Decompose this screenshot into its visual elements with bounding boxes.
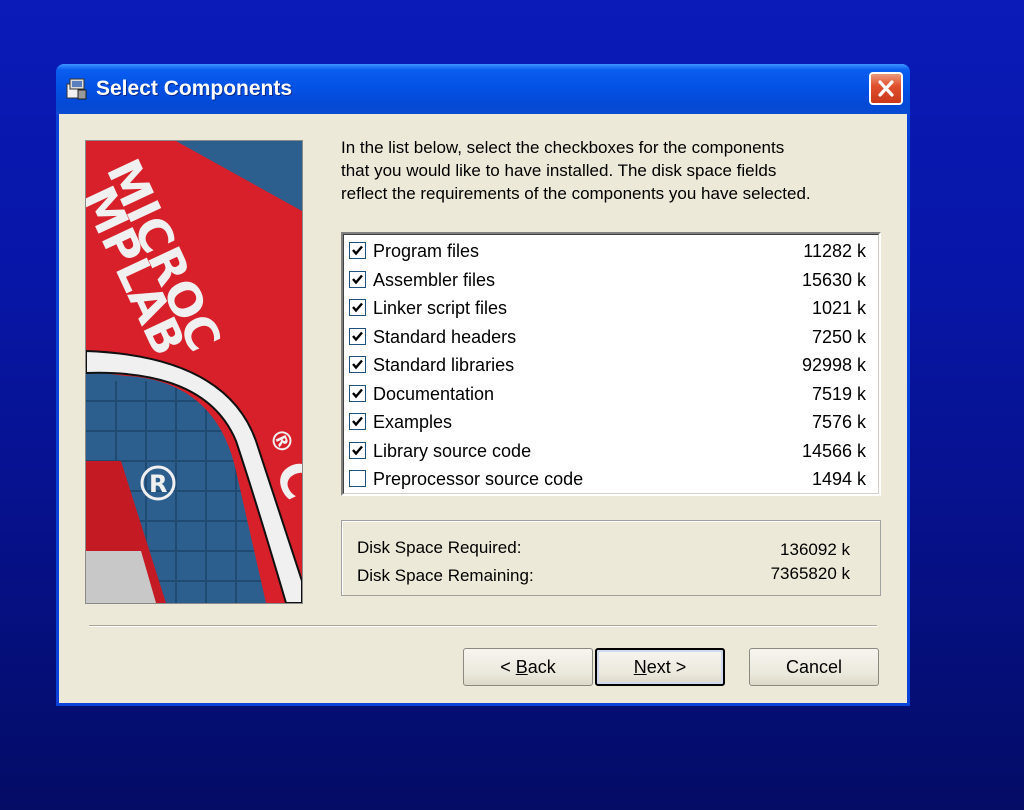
component-size: 14566 k	[801, 440, 866, 461]
title-bar[interactable]: Select Components	[56, 64, 910, 114]
window-title: Select Components	[96, 77, 293, 100]
component-checkbox[interactable]	[349, 270, 366, 288]
close-icon	[878, 80, 894, 97]
component-row[interactable]: Library source code 14566 k	[344, 438, 878, 466]
checkmark-icon	[352, 302, 363, 313]
svg-text:R: R	[149, 470, 167, 498]
separator	[89, 625, 877, 627]
component-name: Program files	[373, 241, 480, 261]
checkmark-icon	[352, 331, 363, 341]
component-checkbox[interactable]	[349, 242, 366, 259]
checkmark-icon	[352, 388, 363, 398]
next-button-label: ext >	[646, 656, 687, 677]
components-list[interactable]: Program files 11282 k Assembler files 15630…	[341, 232, 881, 496]
installer-app-icon	[64, 76, 90, 102]
component-row[interactable]: Standard libraries 92998 k	[344, 352, 878, 380]
cancel-button[interactable]: Cancel	[749, 648, 879, 686]
component-checkbox[interactable]	[349, 299, 366, 316]
instructions-line: that you would like to have installed. T…	[341, 161, 777, 180]
next-button-mnemonic: N	[633, 656, 647, 677]
mplab-logo-image: MICROC MPLAB ® C R	[85, 140, 303, 604]
checkmark-icon	[352, 274, 363, 284]
component-name: Examples	[373, 412, 453, 432]
checkmark-icon	[352, 359, 363, 370]
component-name: Standard headers	[373, 326, 517, 347]
component-row[interactable]: Examples 7576 k	[344, 409, 878, 437]
component-checkbox[interactable]	[349, 441, 366, 459]
component-row[interactable]: Preprocessor source code 1494 k	[344, 466, 878, 494]
next-button[interactable]: Next >	[595, 648, 725, 686]
component-row[interactable]: Standard headers 7250 k	[344, 324, 878, 352]
component-name: Documentation	[373, 383, 495, 404]
component-row[interactable]: Linker script files 1021 k	[344, 295, 878, 323]
disk-space-remaining-value: 7365820 k	[770, 564, 850, 583]
component-size: 7250 k	[811, 326, 866, 347]
component-size: 15630 k	[801, 269, 866, 290]
back-button[interactable]: < Back	[463, 648, 593, 686]
back-button-mnemonic: B	[515, 656, 528, 677]
component-name: Standard libraries	[373, 355, 515, 375]
instructions-line: reflect the requirements of the componen…	[341, 184, 811, 203]
checkmark-icon	[352, 416, 363, 427]
component-row[interactable]: Assembler files 15630 k	[344, 267, 878, 295]
checkmark-icon	[352, 245, 363, 256]
select-components-dialog: Select Components MICROC MPLAB ® C R In …	[56, 64, 910, 706]
component-size: 7519 k	[811, 383, 866, 404]
component-checkbox[interactable]	[349, 413, 366, 430]
disk-space-required-label: Disk Space Required:	[357, 538, 522, 557]
component-checkbox[interactable]	[349, 327, 366, 345]
component-row[interactable]: Program files 11282 k	[344, 238, 878, 266]
close-button[interactable]	[869, 72, 903, 105]
component-size: 1494 k	[811, 469, 866, 489]
component-checkbox[interactable]	[349, 384, 366, 402]
disk-space-required-value: 136092 k	[780, 540, 850, 559]
back-button-label: ack	[527, 656, 556, 677]
component-row[interactable]: Documentation 7519 k	[344, 381, 878, 409]
component-checkbox[interactable]	[349, 356, 366, 373]
component-size: 7576 k	[811, 412, 866, 432]
disk-space-panel: Disk Space Required: 136092 k Disk Space…	[341, 520, 881, 596]
instructions-line: In the list below, select the checkboxes…	[341, 138, 785, 157]
component-name: Linker script files	[373, 298, 508, 318]
component-checkbox[interactable]	[349, 470, 366, 487]
component-name: Preprocessor source code	[373, 469, 584, 489]
back-button-prefix: <	[500, 656, 516, 677]
component-name: Library source code	[373, 440, 532, 461]
component-size: 1021 k	[811, 298, 866, 318]
component-size: 92998 k	[801, 355, 866, 375]
checkmark-icon	[352, 445, 363, 455]
disk-space-remaining-label: Disk Space Remaining:	[357, 566, 534, 585]
instructions-text: In the list below, select the checkboxes…	[341, 136, 881, 205]
component-size: 11282 k	[803, 241, 866, 261]
component-name: Assembler files	[373, 269, 496, 290]
